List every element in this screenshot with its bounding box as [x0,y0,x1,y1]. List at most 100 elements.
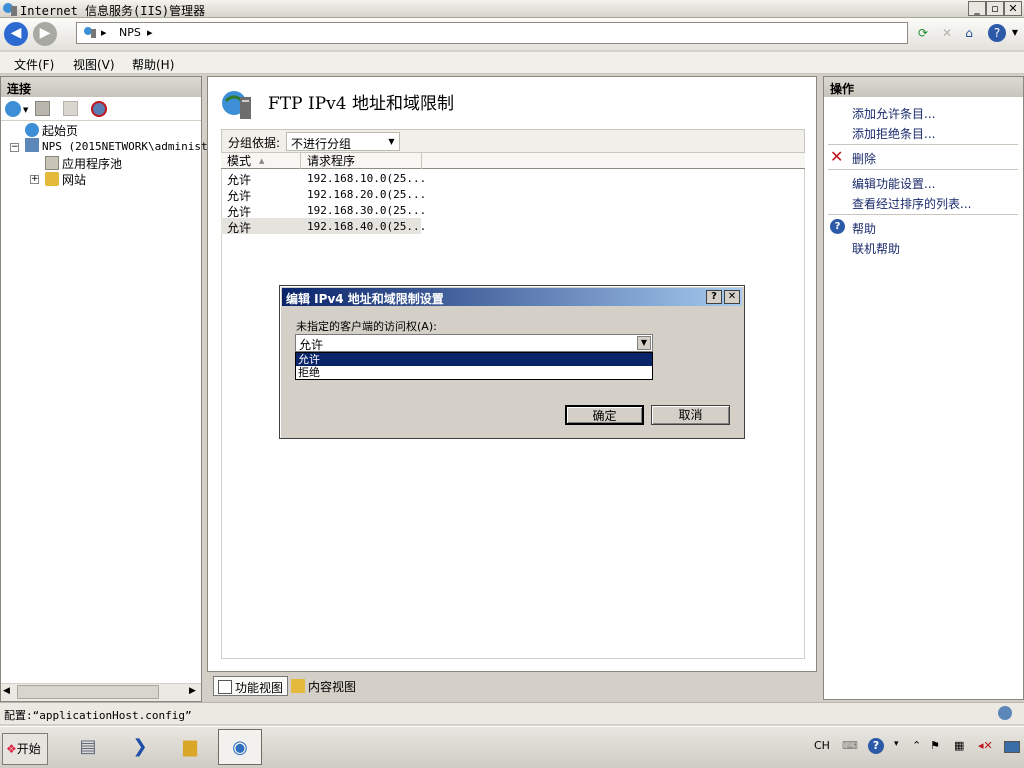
table-row[interactable]: 允许 192.168.10.0(25... [221,170,426,187]
ip-restrictions-icon [222,91,251,119]
access-dropdown-list: 允许 拒绝 [295,352,653,380]
chevron-down-icon[interactable]: ▼ [637,336,651,350]
actions-pane: 操作 添加允许条目... 添加拒绝条目... ✕ 删除 编辑功能设置... 查看… [823,76,1024,700]
network-icon[interactable]: ▦ [954,739,964,752]
dialog-help-button[interactable]: ? [706,290,722,304]
tab-label: 内容视图 [308,680,357,694]
action-center-flag-icon[interactable]: ⚑ [930,739,940,752]
scroll-thumb[interactable] [17,685,159,699]
horizontal-scrollbar[interactable]: ◀ ▶ [1,683,201,701]
keyboard-icon[interactable]: ⌨ [842,739,858,752]
action-edit-feature-settings[interactable]: 编辑功能设置... [852,175,935,192]
group-by-select[interactable]: 不进行分组 ▼ [286,132,400,151]
taskbar: ❖开始 ▤ ❯ ▆ ◉ CH ⌨ ? ▾ ⌃ ⚑ ▦ ◂✕ [0,726,1024,768]
dialog-close-button[interactable]: ✕ [724,290,740,304]
view-tabs: 功能视图 内容视图 [207,672,819,700]
tree-sites[interactable]: 网站 [45,171,86,188]
chevron-down-icon: ▼ [388,137,395,146]
connections-pane: 连接 ▼ 起始页 − NPS (2015NETWORK\administr 应用… [0,76,214,702]
breadcrumb-separator: ▸ [101,26,107,39]
scroll-left-icon[interactable]: ◀ [3,686,10,696]
connect-icon[interactable] [5,101,21,117]
tab-content-view[interactable]: 内容视图 [287,676,360,696]
minimize-button[interactable]: _ [968,1,986,16]
group-by-label: 分组依据: [228,136,281,150]
server-manager-icon[interactable]: ▤ [66,729,110,765]
tree-app-pools[interactable]: 应用程序池 [45,155,122,172]
tree-label: NPS (2015NETWORK\administr [42,140,215,153]
help-icon[interactable]: ? [988,24,1006,42]
dialog-title: 编辑 IPv4 地址和域限制设置 [286,292,444,306]
refresh-icon[interactable]: ⟳ [914,24,932,42]
column-header-requester[interactable]: 请求程序 [301,153,422,169]
server-status-icon [998,706,1012,720]
action-delete[interactable]: 删除 [852,150,876,167]
show-desktop-icon[interactable] [1004,741,1020,753]
forward-arrow-icon[interactable]: ▶ [33,22,57,46]
scroll-right-icon[interactable]: ▶ [189,686,196,696]
menu-view[interactable]: 视图(V) [73,56,115,73]
navigation-bar: ◀ ▶ ▸ NPS ▸ ⟳ ✕ ⌂ ? ▼ [0,18,1024,50]
menu-help[interactable]: 帮助(H) [132,56,174,73]
powershell-icon[interactable]: ❯ [118,729,162,765]
ok-button[interactable]: 确定 [565,405,644,425]
breadcrumb-nps[interactable]: NPS [119,26,141,39]
address-bar[interactable]: ▸ NPS ▸ [76,22,908,44]
content-view-icon [291,679,305,693]
tab-features-view[interactable]: 功能视图 [213,676,289,696]
combo-value: 允许 [299,338,324,352]
home-icon[interactable]: ⌂ [960,24,978,42]
action-add-allow[interactable]: 添加允许条目... [852,105,935,122]
collapse-icon[interactable]: − [10,143,19,152]
help-icon: ? [830,219,845,234]
explorer-icon[interactable]: ▆ [168,729,212,765]
column-header-mode[interactable]: 模式 ▲ [221,153,301,169]
action-add-deny[interactable]: 添加拒绝条目... [852,125,935,142]
server-icon [25,138,39,152]
stop-icon[interactable]: ✕ [938,24,956,42]
expand-icon[interactable]: + [30,175,39,184]
option-deny[interactable]: 拒绝 [296,366,652,379]
show-hidden-icons[interactable]: ⌃ [912,739,921,752]
iis-manager-taskbar-icon[interactable]: ◉ [218,729,262,765]
start-button[interactable]: ❖开始 [2,733,48,765]
window-title: Internet 信息服务(IIS)管理器 [20,4,206,18]
volume-muted-icon[interactable]: ◂✕ [978,739,993,752]
cancel-button[interactable]: 取消 [651,405,730,425]
chevron-down-icon[interactable]: ▼ [23,106,28,114]
cell-requester: 192.168.30.0(25... [307,204,427,217]
access-combobox[interactable]: 允许 ▼ [295,334,653,352]
group-by-value: 不进行分组 [291,137,352,151]
option-allow[interactable]: 允许 [296,353,652,366]
tree-server[interactable]: NPS (2015NETWORK\administr [25,138,214,153]
menu-bar: 文件(F) 视图(V) 帮助(H) [0,52,1024,74]
save-icon[interactable] [35,101,50,116]
dialog-title-bar: 编辑 IPv4 地址和域限制设置 ? ✕ [282,288,742,306]
action-view-ordered-list[interactable]: 查看经过排序的列表... [852,195,971,212]
options-icon[interactable]: ▾ [894,739,899,749]
connections-header: 连接 [1,77,201,97]
action-online-help[interactable]: 联机帮助 [852,240,900,257]
table-row-selected[interactable]: 允许 192.168.40.0(25... [221,218,426,235]
help-icon[interactable]: ? [868,738,884,754]
actions-header: 操作 [824,77,1023,97]
tree-label: 网站 [62,173,87,187]
close-button[interactable]: ✕ [1004,1,1022,16]
status-text: 配置:“applicationHost.config” [4,709,192,722]
iis-app-icon [3,3,17,16]
action-help[interactable]: 帮助 [852,220,876,237]
up-level-icon[interactable] [63,101,78,116]
language-indicator[interactable]: CH [814,739,830,752]
breadcrumb-separator-end: ▸ [147,26,153,39]
list-header: 模式 ▲ 请求程序 [221,153,805,169]
table-row[interactable]: 允许 192.168.20.0(25... [221,186,426,203]
back-arrow-icon[interactable]: ◀ [4,22,28,46]
delete-connection-icon[interactable] [91,101,107,117]
column-label: 模式 [227,154,252,168]
tab-label: 功能视图 [235,681,284,695]
chevron-down-icon[interactable]: ▼ [1006,24,1024,42]
table-row[interactable]: 允许 192.168.30.0(25... [221,202,426,219]
tree-start-page[interactable]: 起始页 [25,122,78,139]
menu-file[interactable]: 文件(F) [14,56,54,73]
restore-button[interactable]: ▫ [986,1,1004,16]
